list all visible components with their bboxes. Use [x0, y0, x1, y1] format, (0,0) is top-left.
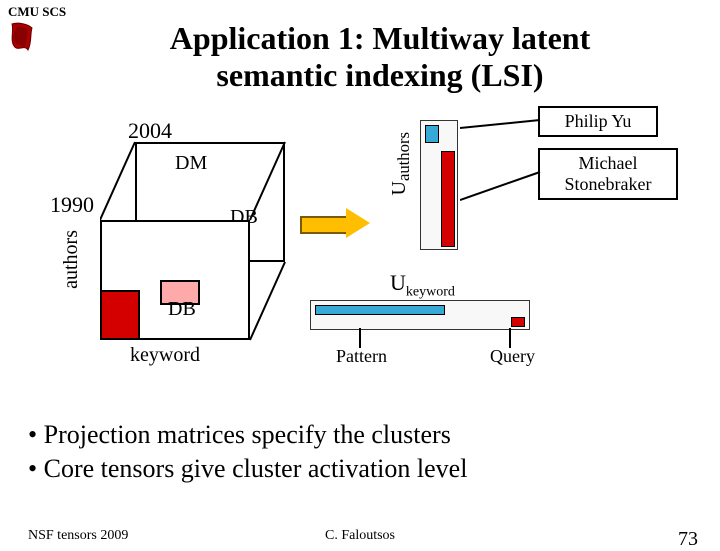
u-authors-bar-1 [425, 125, 439, 143]
callout-line-2-icon [460, 168, 542, 208]
diagram-area: 2004 DM DB 1990 DB authors keyword Uauth… [0, 110, 720, 410]
u-keyword-prefix: U [390, 270, 406, 295]
callout-michael-l2: Stonebraker [565, 174, 652, 194]
arrow-right-icon [300, 210, 370, 236]
title-line2: semantic indexing (LSI) [216, 57, 543, 93]
cmu-logo-icon [8, 22, 36, 56]
title-line1: Application 1: Multiway latent [170, 20, 590, 56]
kw-pattern-label: Pattern [336, 346, 387, 367]
org-label: CMU SCS [8, 4, 66, 20]
year-1990-label: 1990 [50, 192, 94, 218]
u-authors-bar-2 [441, 151, 455, 247]
u-keyword-label: Ukeyword [390, 270, 455, 300]
u-keyword-sub: keyword [406, 284, 455, 299]
axis-keyword-label: keyword [130, 344, 200, 367]
callout-philip-yu: Philip Yu [538, 106, 658, 137]
topic-db-front-label: DB [168, 298, 196, 321]
callout-line-icon [460, 116, 542, 136]
header-left: CMU SCS [8, 4, 66, 61]
callout-stonebraker: Michael Stonebraker [538, 148, 678, 200]
u-keyword-chart [310, 300, 530, 330]
u-authors-chart [420, 120, 458, 250]
u-keyword-bar-1 [315, 305, 445, 315]
axis-authors-label: authors [60, 230, 83, 289]
cube-1990-red-block [100, 290, 140, 340]
bullet-list: Projection matrices specify the clusters… [28, 418, 467, 486]
u-authors-sub: authors [394, 132, 413, 181]
u-authors-axis-rot: Uauthors [388, 132, 414, 196]
callout-michael-l1: Michael [579, 153, 638, 173]
bullet-1: Projection matrices specify the clusters [28, 418, 467, 452]
callout-philip-text: Philip Yu [565, 111, 632, 131]
bullet-2: Core tensors give cluster activation lev… [28, 452, 467, 486]
footer-center: C. Faloutsos [0, 528, 720, 544]
kw-query-label: Query [490, 346, 535, 367]
u-authors-prefix: U [388, 181, 410, 195]
page-title: Application 1: Multiway latent semantic … [80, 20, 680, 94]
u-keyword-bar-2 [511, 317, 525, 327]
